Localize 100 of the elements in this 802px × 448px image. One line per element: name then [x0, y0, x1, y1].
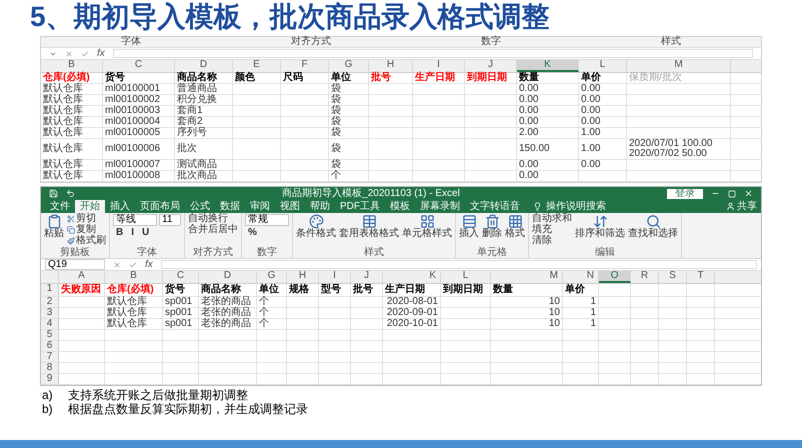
column-header[interactable]: D — [175, 60, 233, 72]
ribbon-button[interactable]: 自动换行 — [188, 214, 238, 224]
column-header[interactable]: L — [579, 60, 627, 72]
function-label[interactable]: fx — [97, 48, 105, 58]
maximize-icon[interactable] — [728, 190, 736, 198]
rows-icon — [462, 214, 476, 229]
save-icon[interactable] — [49, 189, 58, 198]
formula-input[interactable] — [160, 260, 757, 269]
ribbon-tab[interactable]: 插入 — [105, 200, 135, 213]
undo-icon[interactable] — [66, 189, 75, 198]
ribbon-group-label: 字体 — [120, 37, 142, 47]
ribbon-button[interactable]: 套用表格格式 — [339, 214, 399, 239]
column-header[interactable]: M — [491, 271, 563, 283]
ribbon-button[interactable]: 删除 — [482, 214, 502, 239]
column-header[interactable]: H — [287, 271, 319, 283]
ribbon-button[interactable]: 复制 — [67, 225, 106, 235]
column-header[interactable]: E — [233, 60, 281, 72]
ribbon-button[interactable]: 剪切 — [67, 214, 106, 224]
ribbon-dropdown[interactable]: 11 — [159, 214, 181, 226]
ribbon-button[interactable]: 清除 — [532, 236, 572, 246]
table-cell-text: 2020/07/01 100.00 — [629, 139, 714, 149]
ribbon-button[interactable]: 排序和筛选 — [575, 214, 625, 239]
row-number[interactable]: 5 — [41, 330, 59, 340]
format-button[interactable]: U — [139, 228, 152, 238]
column-header[interactable]: L — [441, 271, 491, 283]
table-cell-text: 2020/07/02 50.00 — [629, 149, 708, 159]
column-header[interactable]: I — [413, 60, 465, 72]
format-button[interactable]: B — [113, 228, 126, 238]
row-number[interactable]: 7 — [41, 352, 59, 362]
row-number[interactable]: 8 — [41, 363, 59, 373]
close-icon[interactable] — [744, 189, 753, 198]
column-header[interactable]: O — [599, 271, 631, 283]
column-header[interactable]: J — [351, 271, 383, 283]
share-button[interactable]: 共享 — [726, 202, 757, 212]
header-cell: 商品名称 — [201, 285, 241, 295]
column-header[interactable]: G — [257, 271, 287, 283]
header-cell: 批号 — [371, 72, 391, 83]
column-header[interactable]: C — [103, 60, 175, 72]
column-header[interactable]: A — [59, 271, 105, 283]
ribbon-tab[interactable]: 页面布局 — [135, 200, 185, 213]
row-number[interactable]: 3 — [41, 308, 59, 318]
ribbon-tab[interactable]: 模板 — [385, 200, 415, 213]
ribbon-button[interactable]: 单元格样式 — [402, 214, 452, 239]
ribbon-button[interactable]: 合并后居中 — [188, 225, 238, 235]
column-header[interactable]: K — [383, 271, 441, 283]
ribbon-tab[interactable]: 文件 — [45, 200, 75, 213]
ribbon-button[interactable]: 粘贴 — [44, 214, 64, 239]
row-number[interactable]: 4 — [41, 319, 59, 329]
column-header[interactable]: B — [41, 60, 103, 72]
enter-icon[interactable] — [81, 50, 89, 58]
cancel-icon[interactable] — [65, 50, 73, 58]
ribbon-tab[interactable]: 屏幕录制 — [415, 200, 465, 213]
format-button[interactable]: % — [245, 228, 260, 238]
ribbon-button[interactable]: 格式 — [505, 214, 525, 239]
column-header[interactable]: S — [659, 271, 687, 283]
row-number[interactable]: 9 — [41, 374, 59, 384]
ribbon-tab[interactable]: 公式 — [185, 200, 215, 213]
ribbon-button[interactable]: 自动求和 — [532, 214, 572, 224]
table-cell-text: 0.00 — [519, 160, 540, 170]
ribbon-button[interactable]: 填充 — [532, 225, 572, 235]
header-cell: 数量 — [493, 285, 513, 295]
column-header[interactable]: F — [281, 60, 329, 72]
ribbon-tab[interactable]: PDF工具 — [335, 200, 385, 213]
ribbon-tab[interactable]: 数据 — [215, 200, 245, 213]
ribbon-button[interactable]: 查找和选择 — [628, 214, 678, 239]
ribbon-tab[interactable]: 开始 — [75, 200, 105, 213]
column-header[interactable]: G — [329, 60, 369, 72]
column-header[interactable]: C — [163, 271, 199, 283]
column-header[interactable]: T — [687, 271, 715, 283]
ribbon-dropdown[interactable]: 等线 — [113, 214, 157, 226]
ribbon-tab[interactable]: 审阅 — [245, 200, 275, 213]
name-box[interactable]: Q19 — [45, 259, 105, 270]
palette-icon — [308, 214, 324, 229]
row-number[interactable]: 6 — [41, 341, 59, 351]
column-header[interactable]: I — [319, 271, 351, 283]
formula-input[interactable] — [112, 49, 753, 58]
enter-icon[interactable] — [129, 260, 137, 268]
slide-title: 5、期初导入模板，批次商品录入格式调整 — [29, 0, 551, 34]
column-header[interactable]: M — [627, 60, 731, 72]
search-field[interactable]: 操作说明搜索 — [546, 202, 606, 212]
column-header[interactable]: D — [199, 271, 257, 283]
header-cell: 尺码 — [283, 72, 303, 83]
column-header[interactable]: H — [369, 60, 413, 72]
column-header[interactable]: B — [105, 271, 163, 283]
row-number[interactable]: 2 — [41, 297, 59, 307]
window-title: 商品期初导入模板_20201103 (1) - Excel — [281, 188, 461, 198]
cancel-icon[interactable] — [113, 260, 121, 268]
format-button[interactable]: I — [128, 228, 138, 238]
row-number[interactable]: 1 — [41, 284, 59, 296]
column-header[interactable]: K — [517, 60, 579, 72]
ribbon-button[interactable]: 条件格式 — [296, 214, 336, 239]
ribbon-tab[interactable]: 文字转语音 — [465, 200, 525, 213]
ribbon-dropdown[interactable]: 常规 — [245, 214, 289, 226]
function-label[interactable]: fx — [145, 260, 153, 270]
column-header[interactable]: R — [631, 271, 659, 283]
ribbon-tab[interactable]: 帮助 — [305, 200, 335, 213]
table-cell-text: ml00100005 — [105, 128, 162, 138]
ribbon-button[interactable]: 格式刷 — [67, 236, 106, 246]
ribbon-button[interactable]: 插入 — [459, 214, 479, 239]
ribbon-tab[interactable]: 视图 — [275, 200, 305, 213]
